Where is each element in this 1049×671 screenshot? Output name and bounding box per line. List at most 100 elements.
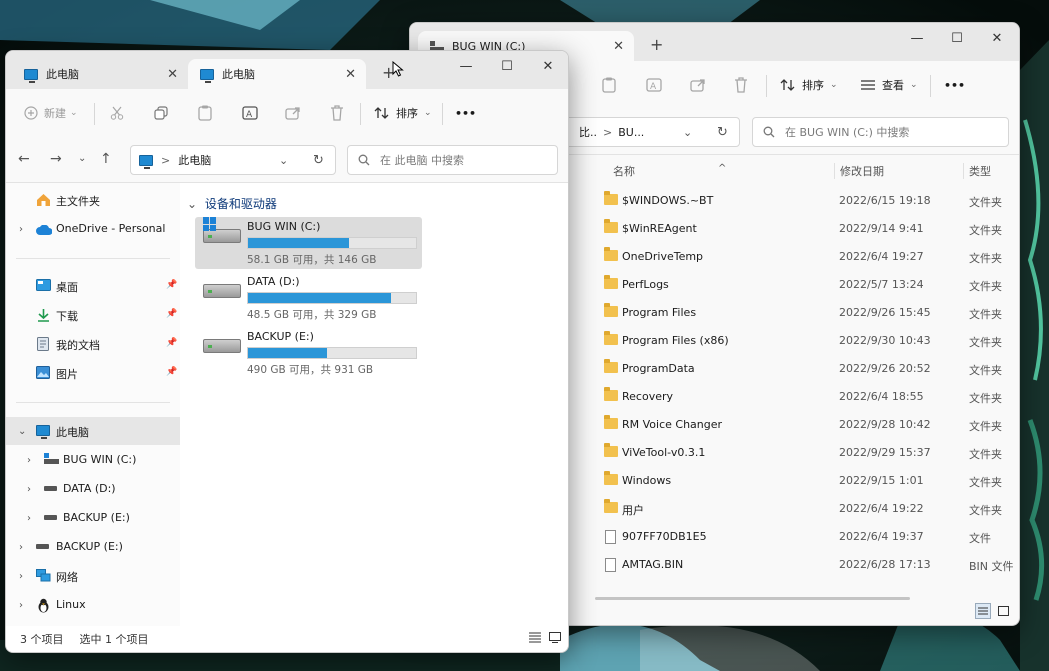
- details-view-icon[interactable]: [529, 632, 541, 646]
- chevron-right-icon[interactable]: ›: [27, 513, 31, 524]
- chevron-right-icon[interactable]: ›: [19, 224, 23, 235]
- breadcrumb-segment[interactable]: BU...: [618, 126, 644, 139]
- pin-icon[interactable]: 📌: [166, 309, 177, 319]
- sidebar-item-documents[interactable]: 我的文档 📌: [6, 330, 180, 358]
- sidebar-item-backup[interactable]: › BACKUP (E:): [6, 533, 180, 561]
- chevron-right-icon[interactable]: ›: [27, 484, 31, 495]
- title-bar[interactable]: 此电脑 ✕ 此电脑 ✕ + — ☐ ✕: [6, 51, 568, 89]
- sort-button[interactable]: 排序 ⌄: [374, 101, 432, 125]
- chevron-down-icon[interactable]: ⌄: [279, 154, 288, 167]
- sidebar-item-label: 下载: [56, 310, 78, 323]
- status-bar: 3 个项目 选中 1 个项目: [6, 626, 568, 652]
- cut-icon[interactable]: [110, 101, 124, 125]
- file-name: Recovery: [622, 390, 674, 403]
- details-view-icon[interactable]: [975, 603, 991, 619]
- forward-button[interactable]: →: [50, 151, 62, 167]
- file-type: 文件夹: [969, 224, 1002, 237]
- maximize-button[interactable]: ☐: [937, 31, 977, 46]
- file-name: ViVeTool-v0.3.1: [622, 446, 706, 459]
- tab-this-pc-2[interactable]: 此电脑 ✕: [188, 59, 366, 89]
- chevron-right-icon[interactable]: ›: [19, 571, 23, 582]
- file-date: 2022/9/26 15:45: [839, 306, 931, 319]
- file-date: 2022/9/29 15:37: [839, 446, 931, 459]
- sidebar-item-downloads[interactable]: 下载 📌: [6, 301, 180, 329]
- toolbar-divider: [442, 103, 443, 125]
- drive-icon: [36, 540, 49, 549]
- more-options-button[interactable]: •••: [944, 73, 965, 97]
- file-date: 2022/6/4 18:55: [839, 390, 924, 403]
- more-options-button[interactable]: •••: [455, 101, 476, 125]
- column-header-name[interactable]: 名称: [613, 163, 635, 179]
- sidebar-item-desktop[interactable]: 桌面 📌: [6, 272, 180, 300]
- file-name: AMTAG.BIN: [622, 558, 684, 571]
- paste-icon[interactable]: [198, 101, 212, 125]
- back-button[interactable]: ←: [18, 151, 30, 167]
- close-tab-icon[interactable]: ✕: [345, 67, 356, 82]
- new-tab-button[interactable]: +: [650, 35, 663, 54]
- view-button[interactable]: 查看 ⌄: [860, 73, 918, 97]
- column-header-type[interactable]: 类型: [963, 163, 991, 179]
- delete-icon[interactable]: [330, 101, 344, 125]
- close-tab-icon[interactable]: ✕: [613, 39, 624, 54]
- chevron-down-icon[interactable]: ⌄: [18, 426, 26, 437]
- minimize-button[interactable]: —: [897, 31, 937, 46]
- tiles-view-icon[interactable]: [549, 632, 561, 646]
- search-input[interactable]: 在 此电脑 中搜索: [347, 145, 558, 175]
- minimize-button[interactable]: —: [446, 59, 486, 74]
- folder-icon: [604, 387, 618, 401]
- drive-usage-fill: [248, 238, 349, 248]
- sidebar-item-onedrive[interactable]: › OneDrive - Personal: [6, 215, 180, 243]
- drive-tile[interactable]: BUG WIN (C:) 58.1 GB 可用，共 146 GB: [195, 217, 422, 269]
- chevron-right-icon[interactable]: ›: [27, 455, 31, 466]
- sidebar-item-home[interactable]: 主文件夹: [6, 186, 180, 214]
- svg-text:A: A: [650, 82, 657, 92]
- search-input[interactable]: 在 BUG WIN (C:) 中搜索: [752, 117, 1009, 147]
- pin-icon[interactable]: 📌: [166, 338, 177, 348]
- rename-icon[interactable]: A: [242, 101, 258, 125]
- sort-button[interactable]: 排序 ⌄: [780, 73, 838, 97]
- column-header-date[interactable]: 修改日期: [834, 163, 884, 179]
- sidebar-item-this-pc[interactable]: ⌄ 此电脑: [6, 417, 180, 445]
- pin-icon[interactable]: 📌: [166, 280, 177, 290]
- close-tab-icon[interactable]: ✕: [167, 67, 178, 82]
- breadcrumb-segment[interactable]: 比..: [579, 124, 597, 140]
- copy-icon[interactable]: [154, 101, 168, 125]
- refresh-icon[interactable]: ↻: [313, 153, 324, 168]
- drive-free-space: 58.1 GB 可用，共 146 GB: [247, 254, 377, 266]
- tiles-view-icon[interactable]: [995, 603, 1011, 619]
- new-button[interactable]: 新建 ⌄: [24, 101, 78, 125]
- share-icon[interactable]: [690, 73, 706, 97]
- close-window-button[interactable]: ✕: [977, 31, 1017, 46]
- rename-icon[interactable]: A: [646, 73, 662, 97]
- chevron-right-icon[interactable]: ›: [19, 542, 23, 553]
- drive-tile[interactable]: BACKUP (E:) 490 GB 可用，共 931 GB: [195, 327, 422, 379]
- group-header-devices[interactable]: ⌄ 设备和驱动器: [187, 195, 277, 212]
- refresh-icon[interactable]: ↻: [717, 125, 728, 140]
- pin-icon[interactable]: 📌: [166, 367, 177, 377]
- sidebar-item-d-drive[interactable]: › DATA (D:): [6, 475, 180, 503]
- horizontal-scrollbar[interactable]: [595, 597, 910, 600]
- chevron-down-icon: ⌄: [910, 80, 918, 90]
- up-button[interactable]: ↑: [100, 151, 112, 167]
- address-bar[interactable]: 比.. > BU... ⌄ ↻: [560, 117, 740, 147]
- chevron-down-icon[interactable]: ⌄: [683, 126, 692, 139]
- delete-icon[interactable]: [734, 73, 748, 97]
- share-icon[interactable]: [285, 101, 301, 125]
- tab-this-pc-1[interactable]: 此电脑 ✕: [12, 59, 188, 89]
- sidebar-item-network[interactable]: › 网络: [6, 562, 180, 590]
- sidebar-item-e-drive[interactable]: › BACKUP (E:): [6, 504, 180, 532]
- sidebar-item-linux[interactable]: › Linux: [6, 591, 180, 619]
- drive-tile[interactable]: DATA (D:) 48.5 GB 可用，共 329 GB: [195, 272, 422, 324]
- sidebar-item-c-drive[interactable]: › BUG WIN (C:): [6, 446, 180, 474]
- sidebar-item-pictures[interactable]: 图片 📌: [6, 359, 180, 387]
- recent-locations-button[interactable]: ⌄: [78, 153, 86, 164]
- paste-icon[interactable]: [602, 73, 616, 97]
- close-window-button[interactable]: ✕: [528, 59, 568, 74]
- search-icon: [763, 126, 775, 138]
- sidebar-item-label: 网络: [56, 571, 78, 584]
- folder-icon: [604, 219, 618, 233]
- chevron-right-icon[interactable]: ›: [19, 600, 23, 611]
- breadcrumb-this-pc[interactable]: 此电脑: [178, 152, 211, 168]
- maximize-button[interactable]: ☐: [487, 59, 527, 74]
- address-bar[interactable]: > 此电脑 ⌄ ↻: [130, 145, 336, 175]
